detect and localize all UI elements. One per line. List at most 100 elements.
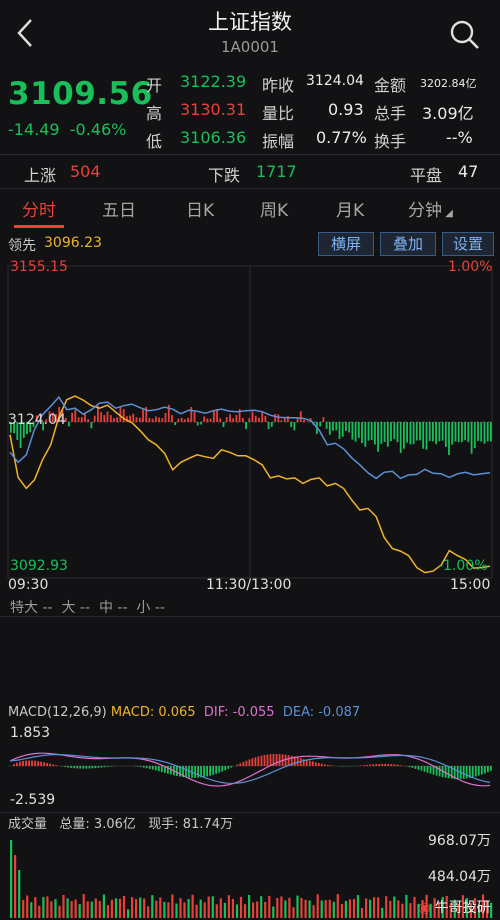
volume-bar <box>324 900 327 918</box>
macd-bar <box>176 766 178 776</box>
divider <box>0 154 500 155</box>
macd-bar <box>37 761 39 766</box>
tick-bar <box>274 414 276 422</box>
weibo-icon: ◉ <box>418 900 431 916</box>
macd-bar <box>103 766 106 768</box>
tick-bar <box>412 422 415 445</box>
volume-bar <box>135 899 138 918</box>
tab-minute[interactable]: 分钟 ◢ <box>408 196 453 221</box>
overlay-button[interactable]: 叠加 <box>380 232 436 256</box>
volume-bar <box>320 900 323 918</box>
volume-bar <box>373 897 376 918</box>
tick-bar <box>361 422 363 444</box>
tick-bar <box>303 419 305 422</box>
macd-bar <box>287 755 290 766</box>
tick-bar <box>470 422 473 454</box>
up-label: 上涨 <box>24 166 57 185</box>
volume-bar <box>183 902 186 918</box>
macd-bar <box>420 766 423 771</box>
tick-bar <box>116 417 119 422</box>
volume-bar <box>280 896 283 918</box>
tick-bar <box>90 422 93 429</box>
volume-bar <box>377 897 380 918</box>
macd-bar <box>375 764 378 766</box>
macd-bar <box>31 760 33 766</box>
y-axis-bottom: 3092.93 <box>10 558 68 574</box>
volume-bar <box>385 896 388 918</box>
tick-bar <box>419 422 421 441</box>
volume-bar <box>58 905 61 918</box>
landscape-button[interactable]: 横屏 <box>318 232 374 256</box>
volume-bar <box>82 894 85 918</box>
tick-bar <box>461 422 463 443</box>
tick-bar <box>222 422 225 428</box>
macd-bar <box>67 766 70 768</box>
volume-bar <box>239 896 243 918</box>
macd-bar <box>197 766 199 778</box>
tick-bar <box>109 415 112 422</box>
settings-button[interactable]: 设置 <box>442 232 494 256</box>
tick-bar <box>280 420 283 422</box>
volume-bar <box>94 898 97 918</box>
volume-bar <box>243 904 247 918</box>
tick-bar <box>219 418 222 422</box>
tab-five-day[interactable]: 五日 <box>102 196 136 221</box>
macd-bar <box>471 766 474 778</box>
macd-bar <box>145 766 148 769</box>
macd-bar <box>212 766 215 775</box>
volume-bar <box>159 897 162 918</box>
macd-bar <box>73 766 76 769</box>
macd-header: MACD(12,26,9) MACD: 0.065 DIF: -0.055 DE… <box>8 705 360 720</box>
volume-bar <box>336 894 339 918</box>
divider <box>0 188 500 189</box>
down-label: 下跌 <box>208 166 241 185</box>
volume-bar <box>348 899 351 918</box>
tick-bar <box>87 419 90 422</box>
tick-bar <box>428 422 431 441</box>
tick-bar <box>161 418 164 422</box>
macd-bar <box>423 766 426 772</box>
search-icon[interactable] <box>448 18 482 52</box>
macd-bar <box>100 766 103 768</box>
macd-params: MACD(12,26,9) <box>8 705 107 720</box>
macd-bar <box>384 763 387 766</box>
open-label: 开 <box>146 76 163 95</box>
tick-bar <box>396 422 399 443</box>
leader-label: 领先 <box>8 238 36 254</box>
tab-daily-k[interactable]: 日K <box>186 196 214 221</box>
prevclose-value: 3124.04 <box>306 73 364 89</box>
tick-bar <box>335 422 338 431</box>
volume-bar <box>18 870 21 918</box>
tab-intraday[interactable]: 分时 <box>22 196 56 221</box>
macd-bar <box>411 766 414 768</box>
macd-bar <box>490 766 492 771</box>
macd-bar <box>284 754 287 766</box>
tick-bar <box>322 417 325 422</box>
dea-value: DEA: -0.087 <box>282 705 361 720</box>
macd-bar <box>230 766 233 768</box>
macd-bar <box>378 764 381 766</box>
tick-bar <box>490 422 492 442</box>
tick-bar <box>258 417 260 422</box>
macd-bar <box>151 766 154 770</box>
macd-bar <box>236 764 239 766</box>
volume-bar <box>14 855 17 918</box>
tick-bar <box>209 418 212 422</box>
macd-bar <box>245 760 248 766</box>
tick-bar <box>122 409 125 422</box>
volume-bar <box>360 907 364 918</box>
volume-bar <box>328 899 331 918</box>
volume-bar <box>163 901 166 918</box>
tab-monthly-k[interactable]: 月K <box>336 196 364 221</box>
macd-bar <box>248 759 251 766</box>
macd-bar <box>275 754 278 766</box>
macd-bar <box>263 755 266 766</box>
tab-weekly-k[interactable]: 周K <box>260 196 288 221</box>
amount-value: 3202.84亿 <box>420 77 477 90</box>
watermark-text: 牛哥投研 <box>434 900 491 916</box>
macd-bar <box>85 766 88 769</box>
macd-bar <box>251 758 254 766</box>
macd-bar <box>136 766 139 767</box>
volume-bar <box>74 899 77 918</box>
tick-bar <box>177 418 180 422</box>
